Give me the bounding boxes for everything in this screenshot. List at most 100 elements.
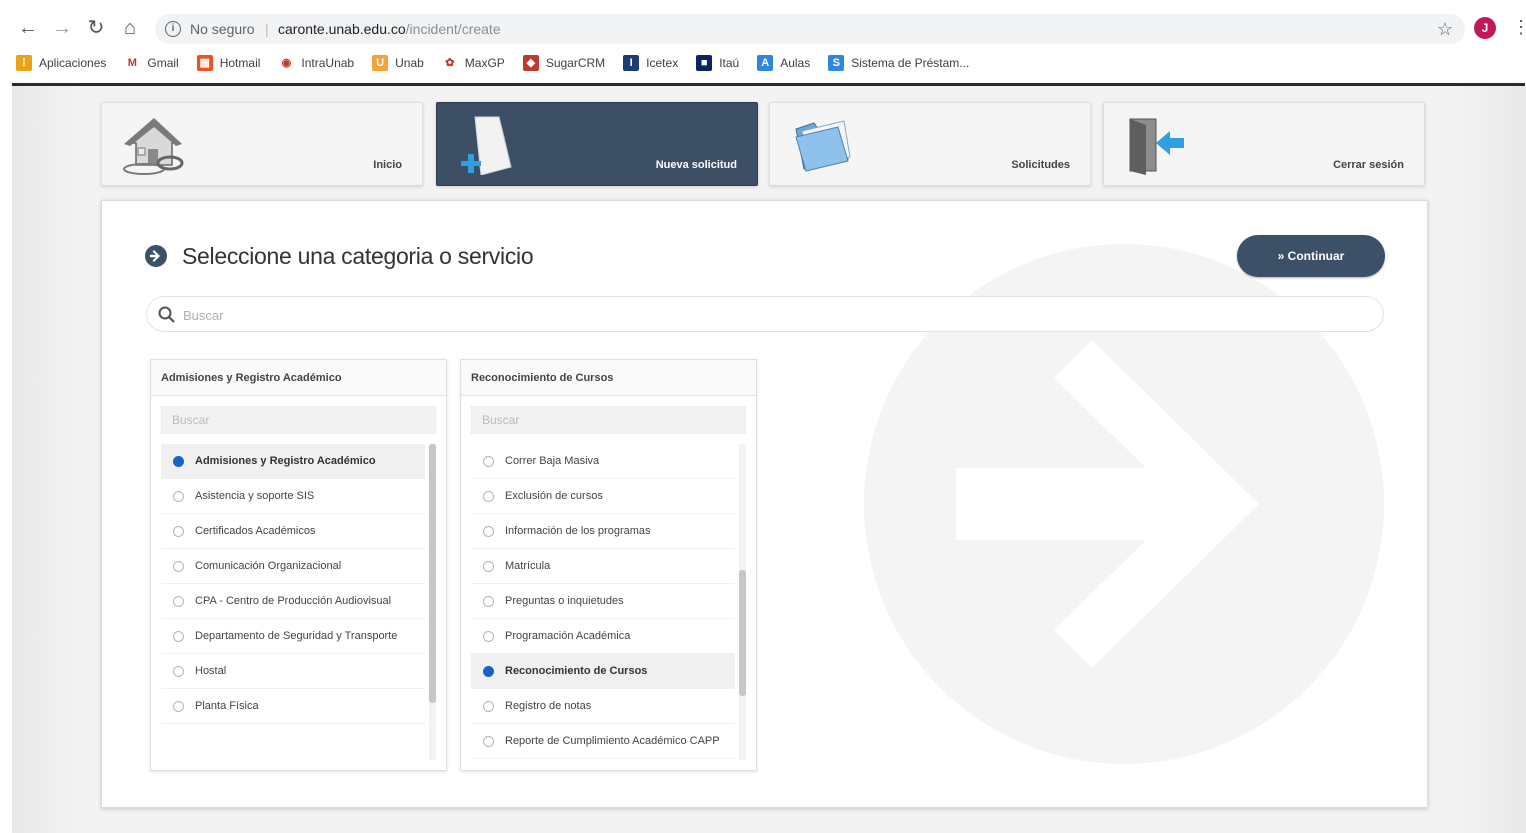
list-item[interactable]: Preguntas o inquietudes xyxy=(471,584,735,619)
radio-selected-icon[interactable] xyxy=(173,455,184,467)
bookmark-label: Aulas xyxy=(780,56,811,70)
globe-icon: ◉ xyxy=(278,55,295,71)
search-icon xyxy=(158,306,175,323)
gmail-icon: M xyxy=(124,55,141,71)
list-item-label: Hostal xyxy=(195,664,227,677)
bookmark-label: Unab xyxy=(395,56,424,70)
radio-empty-icon[interactable] xyxy=(173,525,184,537)
radio-empty-icon[interactable] xyxy=(483,595,494,607)
list-item[interactable]: Hostal xyxy=(161,654,425,689)
bookmark-item[interactable]: ✿ MaxGP xyxy=(441,55,505,71)
info-icon[interactable]: i xyxy=(165,21,181,37)
category-column: Admisiones y Registro Académico Admision… xyxy=(150,359,447,771)
back-arrow-icon[interactable]: ← xyxy=(16,16,40,40)
list-item[interactable]: Comunicación Organizacional xyxy=(161,549,425,584)
list-item-label: Departamento de Seguridad y Transporte xyxy=(195,629,398,642)
bookmark-star-icon[interactable]: ☆ xyxy=(1437,14,1453,44)
radio-empty-icon[interactable] xyxy=(173,665,184,677)
page-title: Seleccione una categoria o servicio xyxy=(182,242,534,269)
reload-icon[interactable]: ↻ xyxy=(84,16,108,40)
address-separator: | xyxy=(265,21,269,37)
bookmarks-bar: ⁞ Aplicaciones M Gmail ▦ Hotmail ◉ IntraUnab U Un… xyxy=(16,52,987,74)
radio-empty-icon[interactable] xyxy=(483,455,494,467)
search-input[interactable] xyxy=(183,303,1363,327)
list-item-label: Asistencia y soporte SIS xyxy=(195,489,315,502)
address-bar[interactable]: i No seguro | caronte.unab.edu.co/incide… xyxy=(155,14,1465,44)
radio-selected-icon[interactable] xyxy=(483,665,494,677)
list-item[interactable]: Planta Física xyxy=(161,689,425,724)
column-search-input[interactable] xyxy=(472,407,745,433)
bookmark-label: MaxGP xyxy=(464,56,505,70)
bookmark-item[interactable]: ■ Itaú xyxy=(696,55,739,71)
radio-empty-icon[interactable] xyxy=(483,490,494,502)
continue-button[interactable]: » Continuar xyxy=(1237,235,1385,277)
bookmark-item[interactable]: S Sistema de Préstam... xyxy=(828,55,969,71)
column-scrollbar[interactable] xyxy=(429,444,436,760)
list-item[interactable]: CPA - Centro de Producción Audiovisual xyxy=(161,584,425,619)
radio-empty-icon[interactable] xyxy=(483,560,494,572)
tile-nueva-solicitud[interactable]: Nueva solicitud xyxy=(436,102,758,186)
radio-empty-icon[interactable] xyxy=(483,700,494,712)
list-item[interactable]: Certificados Académicos xyxy=(161,514,425,549)
list-item[interactable]: Asistencia y soporte SIS xyxy=(161,479,425,514)
list-item-label: Admisiones y Registro Académico xyxy=(195,454,376,467)
radio-empty-icon[interactable] xyxy=(173,630,184,642)
unab-icon: U xyxy=(372,55,389,71)
tile-inicio[interactable]: Inicio xyxy=(101,102,423,186)
list-item[interactable]: Matrícula xyxy=(471,549,735,584)
column-header: Reconocimiento de Cursos xyxy=(461,360,756,396)
url-text: caronte.unab.edu.co/incident/create xyxy=(278,14,501,44)
bookmark-label: SugarCRM xyxy=(545,56,606,70)
bookmark-item[interactable]: U Unab xyxy=(372,55,424,71)
list-item[interactable]: Departamento de Seguridad y Transporte xyxy=(161,619,425,654)
bookmark-label: Gmail xyxy=(147,56,179,70)
bookmark-item[interactable]: ◉ IntraUnab xyxy=(278,55,354,71)
radio-empty-icon[interactable] xyxy=(483,630,494,642)
list-item[interactable]: Exclusión de cursos xyxy=(471,479,735,514)
bookmark-item[interactable]: ◆ SugarCRM xyxy=(522,55,606,71)
list-item-label: Información de los programas xyxy=(505,524,651,537)
maxgp-icon: ✿ xyxy=(441,55,458,71)
list-item-label: Correr Baja Masiva xyxy=(505,454,600,467)
tile-cerrar-sesion[interactable]: Cerrar sesión xyxy=(1103,102,1425,186)
bookmark-item[interactable]: A Aulas xyxy=(757,55,810,71)
service-column: Reconocimiento de Cursos Correr Baja Mas… xyxy=(460,359,757,771)
bookmark-item[interactable]: I Icetex xyxy=(623,55,678,71)
bookmark-label: Itaú xyxy=(719,56,740,70)
main-panel: Seleccione una categoria o servicio » Co… xyxy=(101,200,1428,808)
profile-avatar[interactable]: J xyxy=(1474,17,1496,39)
radio-empty-icon[interactable] xyxy=(173,700,184,712)
column-search-input[interactable] xyxy=(162,407,435,433)
column-scrollbar-thumb[interactable] xyxy=(429,444,436,703)
column-header: Admisiones y Registro Académico xyxy=(151,360,446,396)
list-item[interactable]: Correr Baja Masiva xyxy=(471,444,735,479)
radio-empty-icon[interactable] xyxy=(483,525,494,537)
service-list: Correr Baja Masiva Exclusión de cursos Inf… xyxy=(471,444,735,762)
list-item[interactable]: Reconocimiento de Cursos xyxy=(471,654,735,689)
list-item[interactable]: Registro de notas xyxy=(471,689,735,724)
bookmark-item[interactable]: M Gmail xyxy=(124,55,179,71)
list-item[interactable]: Programación Académica xyxy=(471,619,735,654)
list-item-label: Exclusión de cursos xyxy=(505,489,603,502)
column-scrollbar[interactable] xyxy=(739,444,746,760)
home-browser-icon[interactable]: ⌂ xyxy=(118,16,142,40)
bookmark-item[interactable]: ▦ Hotmail xyxy=(196,55,260,71)
folder-icon xyxy=(795,120,851,172)
bookmark-item[interactable]: ⁞ Aplicaciones xyxy=(16,55,106,71)
radio-empty-icon[interactable] xyxy=(173,560,184,572)
list-item[interactable]: Admisiones y Registro Académico xyxy=(161,444,425,479)
list-item[interactable]: Información de los programas xyxy=(471,514,735,549)
tile-label: Nueva solicitud xyxy=(655,159,737,171)
browser-menu-icon[interactable]: ⋮ xyxy=(1512,15,1526,39)
radio-empty-icon[interactable] xyxy=(483,735,494,747)
radio-empty-icon[interactable] xyxy=(173,490,184,502)
list-item[interactable]: Reporte de Cumplimiento Académico CAPP xyxy=(471,724,735,759)
list-item-label: CPA - Centro de Producción Audiovisual xyxy=(195,594,392,607)
url-host: caronte.unab.edu.co xyxy=(278,21,406,37)
prestamo-icon: S xyxy=(828,55,845,71)
global-search xyxy=(146,296,1384,332)
forward-arrow-icon[interactable]: → xyxy=(50,16,74,40)
radio-empty-icon[interactable] xyxy=(173,595,184,607)
tile-solicitudes[interactable]: Solicitudes xyxy=(769,102,1091,186)
column-scrollbar-thumb[interactable] xyxy=(739,570,746,696)
